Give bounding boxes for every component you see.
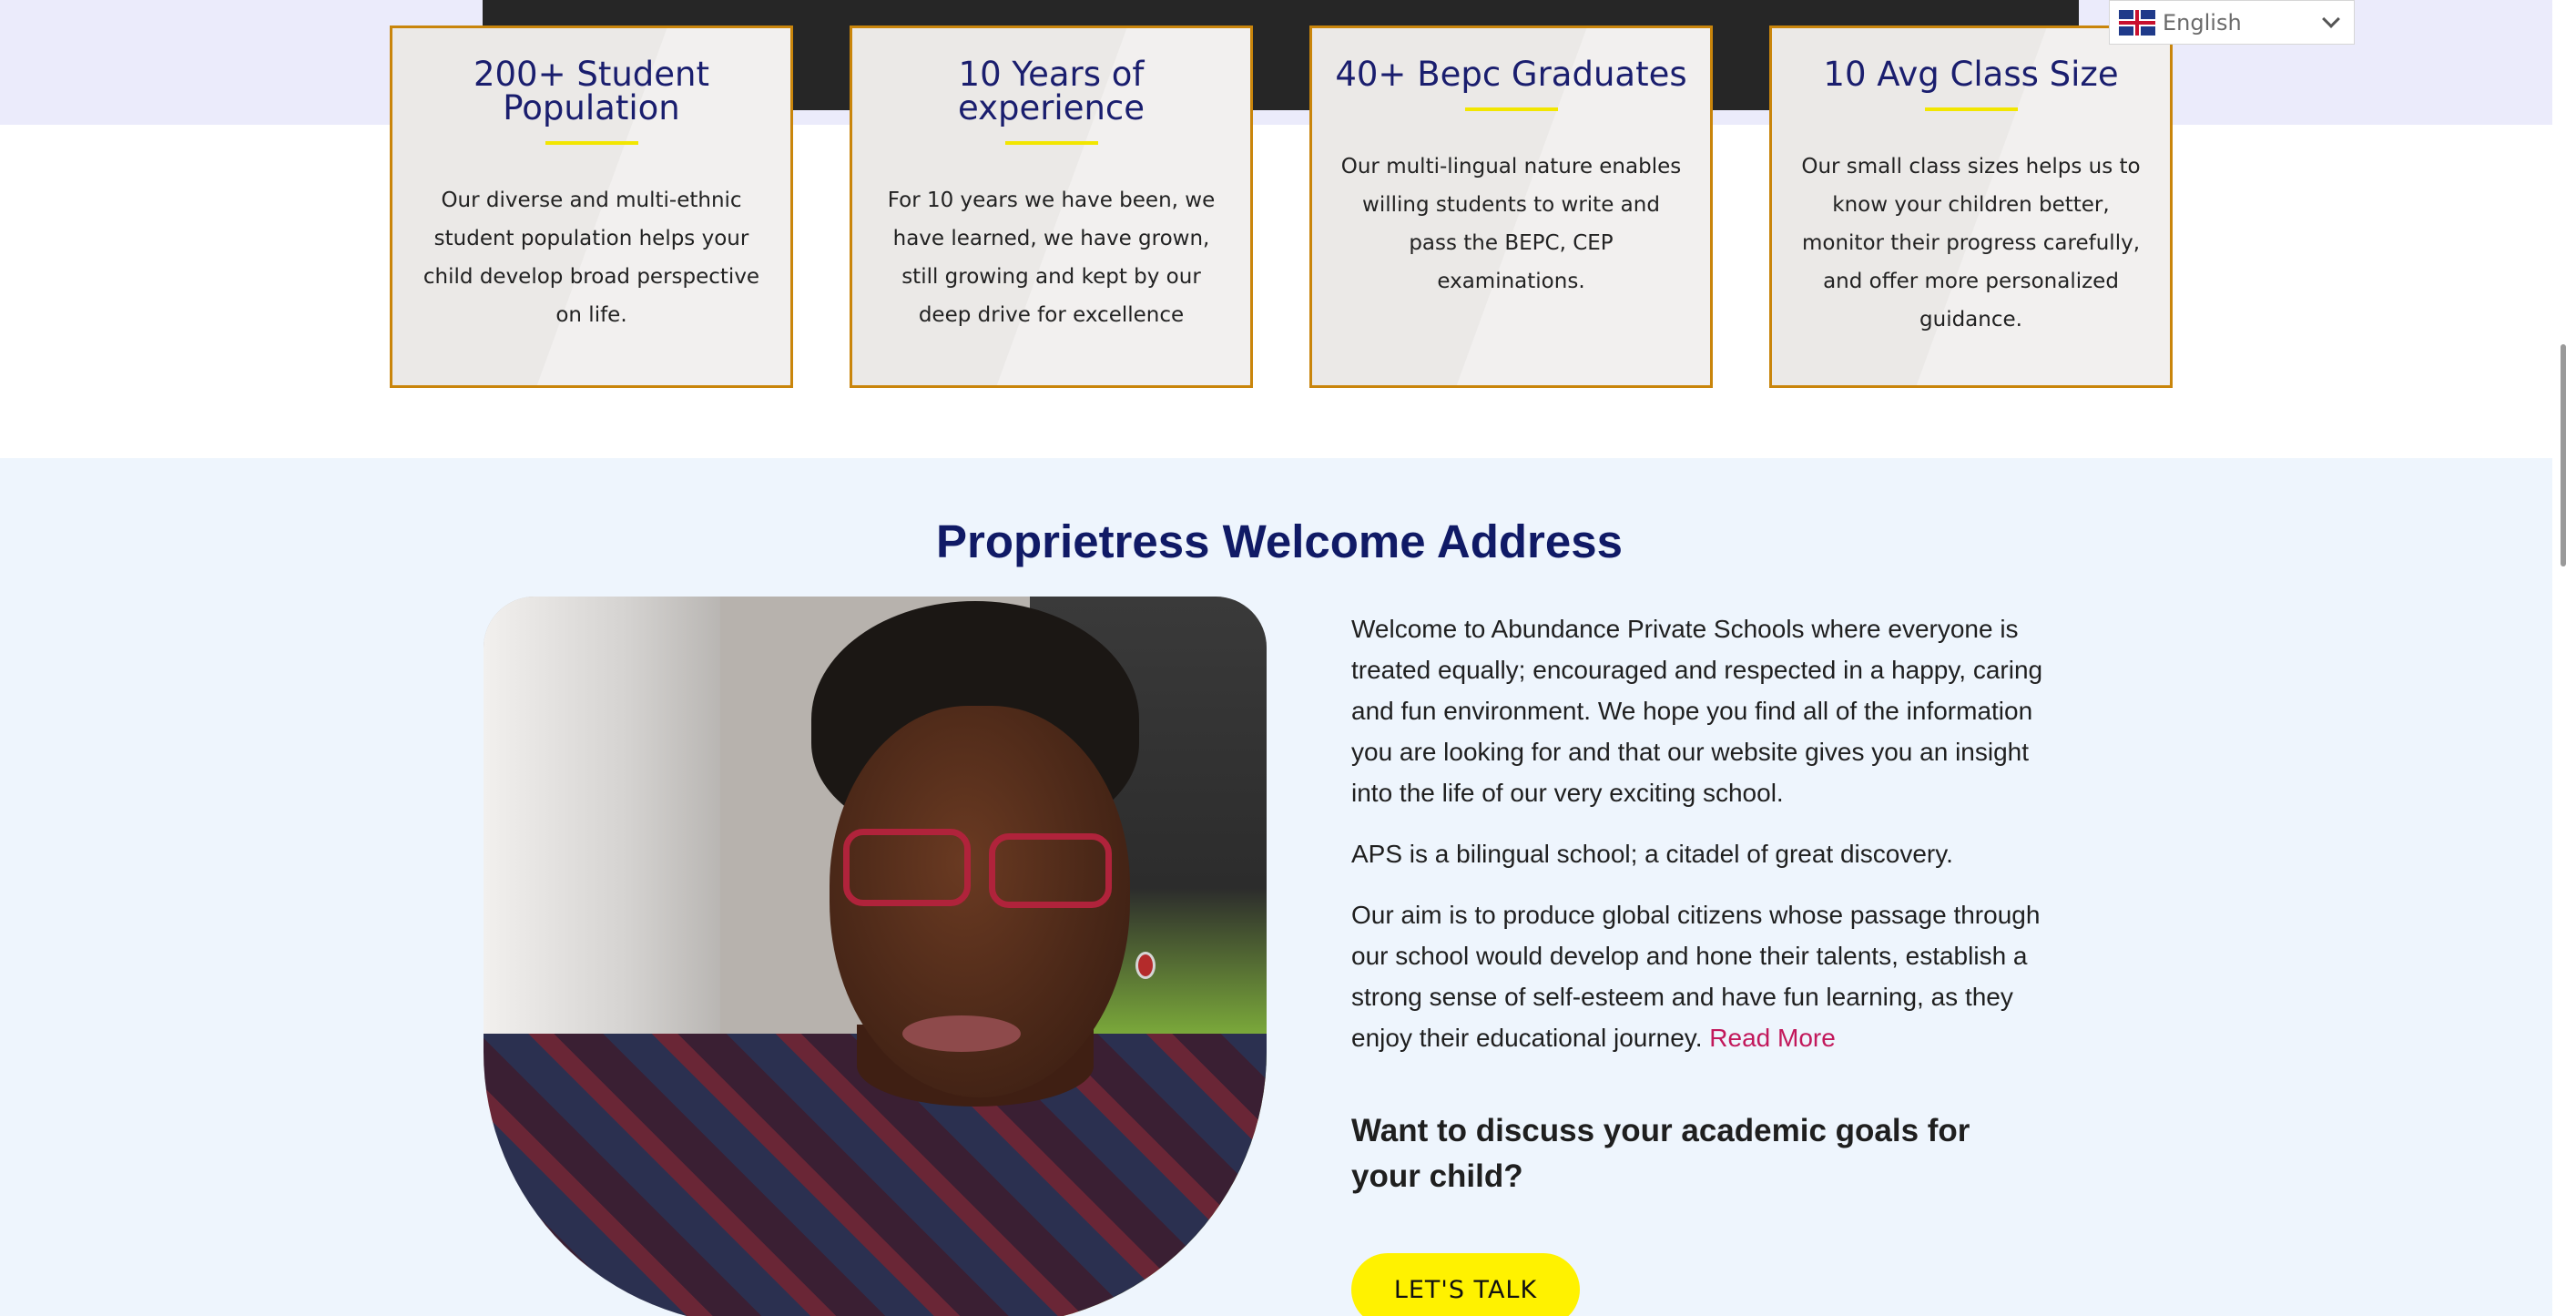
page-scrollbar[interactable] bbox=[2552, 0, 2576, 1316]
stat-underline bbox=[1004, 141, 1098, 145]
stat-description: Our small class sizes helps us to know y… bbox=[1801, 155, 2141, 332]
cta-heading: Want to discuss your academic goals for … bbox=[1351, 1113, 1970, 1194]
welcome-text: Welcome to Abundance Private Schools whe… bbox=[1351, 608, 2052, 1078]
section-title: Proprietress Welcome Address bbox=[936, 515, 1623, 567]
language-label: English bbox=[2163, 9, 2242, 36]
stat-description: Our diverse and multi-ethnic student pop… bbox=[423, 189, 760, 327]
stats-section bbox=[0, 125, 2576, 458]
stat-title: 40+ Bepc Graduates bbox=[1335, 55, 1687, 94]
stat-title: 200+ Student Population bbox=[473, 55, 710, 128]
stat-card-experience: 10 Years of experience For 10 years we h… bbox=[850, 26, 1253, 388]
stat-description: Our multi-lingual nature enables willing… bbox=[1340, 155, 1682, 293]
photo-earring bbox=[1135, 952, 1156, 979]
stat-underline bbox=[1924, 107, 2018, 111]
language-selector[interactable]: English bbox=[2109, 0, 2355, 45]
welcome-section: Proprietress Welcome Address Welcome to … bbox=[0, 458, 2576, 1316]
stat-description: For 10 years we have been, we have learn… bbox=[887, 189, 1216, 327]
welcome-paragraph: Our aim is to produce global citizens wh… bbox=[1351, 894, 2052, 1058]
stat-underline bbox=[1464, 107, 1558, 111]
welcome-paragraph: Welcome to Abundance Private Schools whe… bbox=[1351, 615, 2043, 807]
read-more-link[interactable]: Read More bbox=[1709, 1024, 1836, 1052]
scrollbar-thumb[interactable] bbox=[2561, 344, 2566, 566]
stat-underline bbox=[545, 141, 638, 145]
photo-glasses bbox=[843, 829, 971, 906]
chevron-down-icon bbox=[2322, 9, 2340, 28]
stat-title: 10 Avg Class Size bbox=[1823, 55, 2119, 94]
stat-card-students: 200+ Student Population Our diverse and … bbox=[390, 26, 793, 388]
photo-glasses bbox=[989, 833, 1112, 908]
stat-title: 10 Years of experience bbox=[957, 55, 1145, 128]
lets-talk-button[interactable]: LET'S TALK bbox=[1351, 1253, 1580, 1316]
welcome-paragraph-text: Our aim is to produce global citizens wh… bbox=[1351, 901, 2041, 1052]
uk-flag-icon bbox=[2119, 9, 2155, 36]
stat-card-class-size: 10 Avg Class Size Our small class sizes … bbox=[1769, 26, 2173, 388]
photo-lips bbox=[902, 1015, 1021, 1052]
welcome-paragraph: APS is a bilingual school; a citadel of … bbox=[1351, 840, 1953, 868]
proprietress-photo bbox=[484, 597, 1267, 1316]
stat-card-graduates: 40+ Bepc Graduates Our multi-lingual nat… bbox=[1309, 26, 1713, 388]
